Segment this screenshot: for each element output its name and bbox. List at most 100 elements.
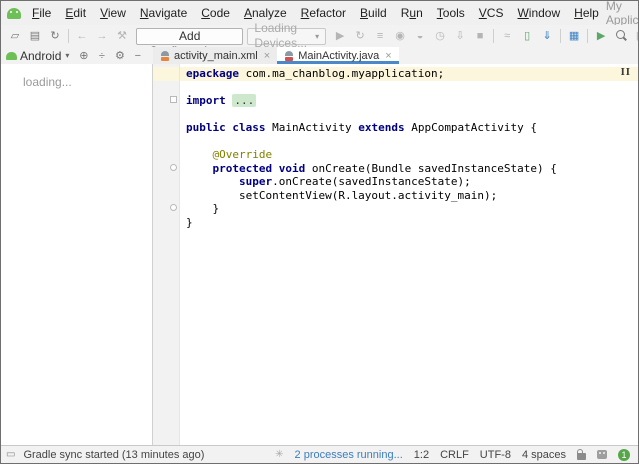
open-icon[interactable]: ▱ bbox=[5, 26, 25, 46]
gradle-sync-icon[interactable]: ≈ bbox=[497, 26, 517, 46]
caret-position-widget[interactable]: 1:2 bbox=[414, 449, 429, 461]
project-panel[interactable]: loading... bbox=[1, 64, 153, 445]
settings-icon[interactable]: ▩ bbox=[631, 26, 638, 46]
menu-window[interactable]: Window bbox=[510, 6, 567, 20]
profiler-icon[interactable]: ◷ bbox=[430, 26, 450, 46]
menu-help[interactable]: Help bbox=[567, 6, 606, 20]
toolwindow-toggle-icon[interactable]: ▭ bbox=[6, 449, 15, 460]
tab-label: MainActivity.java bbox=[298, 49, 380, 62]
stop-icon[interactable]: ■ bbox=[470, 26, 490, 46]
code-editor: epackage com.ma_chanblog.myapplication;i… bbox=[153, 64, 638, 445]
menu-refactor[interactable]: Refactor bbox=[294, 6, 353, 20]
line-separator-widget[interactable]: CRLF bbox=[440, 449, 469, 461]
xml-file-icon bbox=[160, 50, 170, 61]
status-widgets: ✳ 2 processes running... 1:2 CRLF UTF-8 … bbox=[275, 448, 630, 461]
toolbar-separator bbox=[587, 29, 589, 43]
close-icon[interactable]: × bbox=[264, 50, 270, 62]
project-tool-window-header: Android ▾ ⊕ ÷ ⚙ − bbox=[1, 47, 153, 64]
chevron-down-icon: ▾ bbox=[315, 31, 320, 41]
save-icon[interactable]: ▤ bbox=[25, 26, 45, 46]
status-bar: ▭ Gradle sync started (13 minutes ago) ✳… bbox=[1, 445, 638, 463]
caret-line-gutter-highlight bbox=[153, 67, 179, 81]
window-title: My Application bbox=[605, 0, 639, 27]
toolbar-separator bbox=[560, 29, 562, 43]
menu-bar: File Edit View Navigate Code Analyze Refactor B… bbox=[25, 6, 606, 20]
toolbar-separator bbox=[68, 29, 69, 43]
attach-debugger-icon[interactable]: ⇩ bbox=[450, 26, 470, 46]
project-view-selector[interactable]: Android bbox=[20, 49, 61, 63]
chevron-down-icon: ▾ bbox=[65, 51, 70, 60]
editor-gutter[interactable] bbox=[153, 64, 180, 445]
menu-tools[interactable]: Tools bbox=[430, 6, 472, 20]
title-bar: File Edit View Navigate Code Analyze Refactor B… bbox=[1, 0, 639, 27]
close-icon[interactable]: × bbox=[385, 50, 391, 62]
project-structure-icon[interactable]: ▦ bbox=[564, 26, 584, 46]
run-icon[interactable]: ▶ bbox=[330, 26, 350, 46]
notifications-icon[interactable] bbox=[597, 450, 607, 459]
code-line: setContentView(R.layout.activity_main); bbox=[186, 188, 498, 202]
gear-icon[interactable]: ⚙ bbox=[112, 49, 127, 62]
code-line: } bbox=[186, 215, 193, 229]
background-processes-link[interactable]: 2 processes running... bbox=[295, 449, 403, 461]
hide-panel-icon[interactable]: − bbox=[130, 50, 145, 62]
tab-activity_main.xml[interactable]: activity_main.xml × bbox=[153, 47, 278, 64]
apply-changes-icon[interactable]: ↻ bbox=[350, 26, 370, 46]
code-area[interactable]: epackage com.ma_chanblog.myapplication;i… bbox=[180, 64, 638, 445]
menu-analyze[interactable]: Analyze bbox=[237, 6, 294, 20]
fold-expand-icon[interactable] bbox=[170, 96, 177, 103]
select-opened-file-icon[interactable]: ⊕ bbox=[76, 49, 91, 62]
code-line: super.onCreate(savedInstanceState); bbox=[238, 175, 471, 188]
menu-vcs[interactable]: VCS bbox=[472, 6, 511, 20]
device-select[interactable]: Loading Devices... ▾ bbox=[247, 21, 327, 50]
back-icon[interactable]: ← bbox=[72, 26, 92, 46]
code-line: } bbox=[186, 202, 220, 215]
menu-build[interactable]: Build bbox=[353, 6, 394, 20]
main-area: loading... epackage com.ma_chanblog.myap… bbox=[1, 64, 638, 445]
status-message: Gradle sync started (13 minutes ago) bbox=[23, 448, 205, 461]
unlock-icon[interactable] bbox=[577, 448, 586, 460]
coverage-icon[interactable]: ◒ bbox=[410, 26, 430, 46]
run-anything-icon[interactable]: ▶ bbox=[591, 26, 611, 46]
sync-icon[interactable]: ↻ bbox=[45, 26, 65, 46]
toolbar-separator bbox=[493, 29, 495, 43]
menu-file[interactable]: File bbox=[25, 6, 58, 20]
apply-code-changes-icon[interactable]: ≡ bbox=[370, 26, 390, 46]
fold-marker-icon[interactable] bbox=[170, 163, 177, 171]
collapse-all-icon[interactable]: ÷ bbox=[94, 50, 109, 62]
tab-MainActivity.java[interactable]: MainActivity.java × bbox=[277, 47, 399, 64]
code-line: epackage com.ma_chanblog.myapplication; bbox=[180, 67, 638, 81]
indent-widget[interactable]: 4 spaces bbox=[522, 449, 566, 461]
code-line: @Override bbox=[212, 148, 273, 161]
android-icon bbox=[6, 51, 17, 60]
code-line: public class MainActivity extends AppCom… bbox=[186, 121, 538, 134]
menu-code[interactable]: Code bbox=[194, 6, 237, 20]
forward-icon[interactable]: → bbox=[92, 26, 112, 46]
fold-marker-icon[interactable] bbox=[170, 204, 177, 211]
main-toolbar: ▱▤↻←→⚒ Add Configuration... Loading Devi… bbox=[1, 21, 638, 58]
editor-tab-bar: activity_main.xml × MainActivity.java × bbox=[153, 47, 638, 64]
menu-navigate[interactable]: Navigate bbox=[133, 6, 194, 20]
code-line: protected void onCreate(Bundle savedInst… bbox=[212, 161, 557, 175]
sdk-manager-icon[interactable]: ⇓ bbox=[537, 26, 557, 46]
menu-view[interactable]: View bbox=[93, 6, 133, 20]
progress-spinner-icon: ✳ bbox=[275, 449, 284, 460]
java-file-icon bbox=[284, 50, 294, 61]
project-loading-text: loading... bbox=[23, 75, 72, 89]
build-hammer-icon[interactable]: ⚒ bbox=[112, 26, 132, 46]
device-manager-icon[interactable]: ▯ bbox=[517, 26, 537, 46]
encoding-widget[interactable]: UTF-8 bbox=[480, 449, 511, 461]
add-configuration-button[interactable]: Add Configuration... bbox=[136, 27, 244, 58]
search-icon[interactable] bbox=[611, 26, 631, 46]
debug-icon[interactable]: ◉ bbox=[390, 26, 410, 46]
analysis-paused-indicator[interactable]: II bbox=[621, 68, 631, 78]
nav-row: Android ▾ ⊕ ÷ ⚙ − activity_main.xml × Main… bbox=[1, 47, 638, 64]
menu-run[interactable]: Run bbox=[394, 6, 430, 20]
menu-edit[interactable]: Edit bbox=[58, 6, 93, 20]
android-studio-window: File Edit View Navigate Code Analyze Refactor B… bbox=[0, 0, 639, 464]
code-line: import ... bbox=[186, 94, 257, 107]
notification-badge[interactable]: 1 bbox=[618, 448, 630, 461]
android-studio-logo-icon bbox=[7, 7, 21, 19]
